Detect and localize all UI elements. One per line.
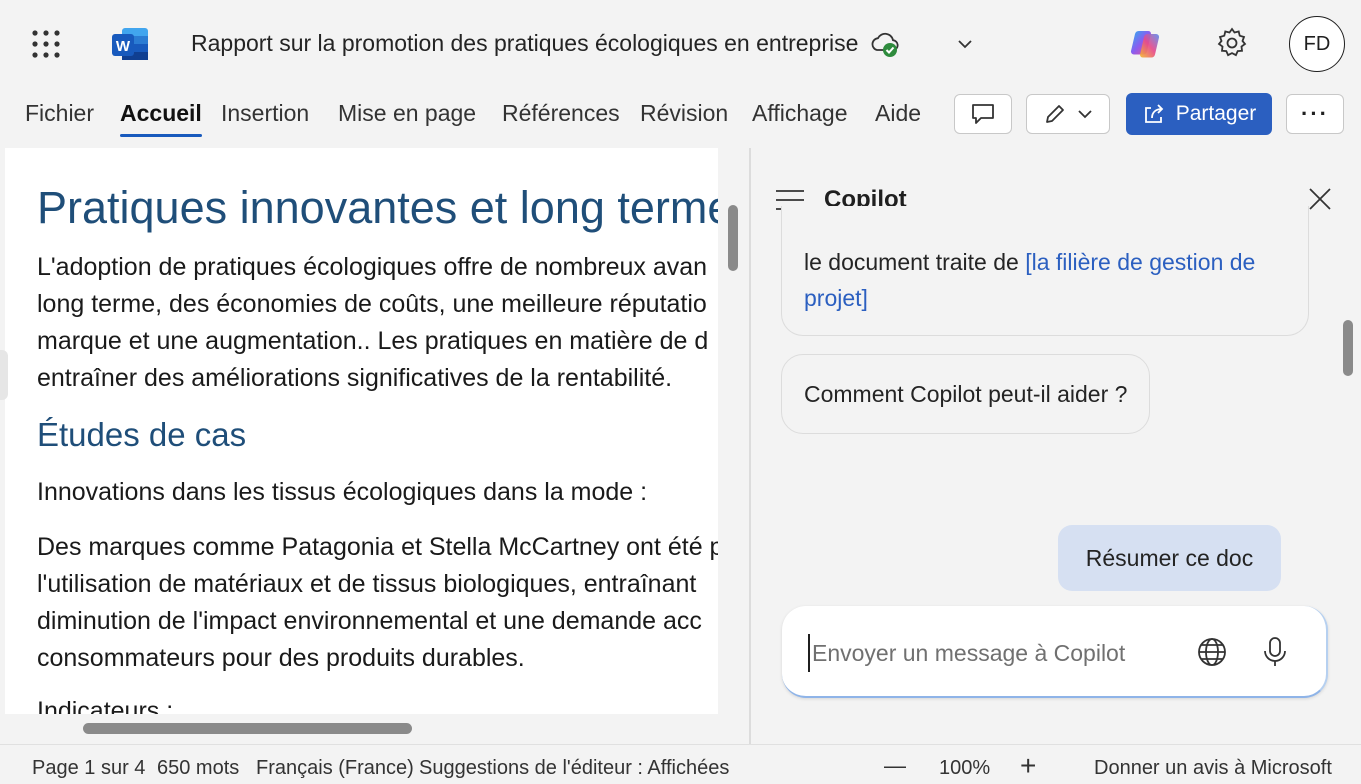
paragraph-line: diminution de l'impact environnemental e… <box>37 607 702 635</box>
chevron-down-icon[interactable] <box>955 34 975 54</box>
zoom-level[interactable]: 100% <box>939 757 990 780</box>
suggestion-chip[interactable]: Comment Copilot peut-il aider ? <box>781 354 1151 434</box>
editing-mode-button[interactable] <box>1026 94 1110 134</box>
tab-accueil[interactable]: Accueil <box>120 100 202 137</box>
microphone-icon[interactable] <box>1260 635 1290 669</box>
share-button[interactable]: Partager <box>1126 93 1272 135</box>
document-vertical-scrollbar[interactable] <box>728 205 738 271</box>
document-horizontal-scrollbar[interactable] <box>83 723 412 734</box>
tab-mise-en-page[interactable]: Mise en page <box>338 100 476 127</box>
zoom-in-button[interactable]: + <box>1020 750 1036 782</box>
language-indicator[interactable]: Français (France) <box>256 757 414 780</box>
zoom-out-button[interactable]: — <box>884 753 906 779</box>
copilot-message-input[interactable] <box>808 634 1168 672</box>
document-page[interactable]: Pratiques innovantes et long terme... L'… <box>5 148 718 714</box>
copilot-scrollbar[interactable] <box>1343 320 1353 376</box>
tab-fichier[interactable]: Fichier <box>25 100 94 127</box>
editor-suggestions-status[interactable]: Suggestions de l'éditeur : Affichées <box>419 757 729 780</box>
heading-1: Pratiques innovantes et long terme... <box>37 182 718 233</box>
word-logo-icon: W <box>111 26 149 62</box>
copilot-input-box <box>782 606 1328 698</box>
copilot-icon[interactable] <box>1129 27 1163 61</box>
paragraph-line: l'utilisation de matériaux et de tissus … <box>37 570 697 598</box>
paragraph-line: marque et une augmentation.. Les pratiqu… <box>37 327 709 355</box>
globe-icon[interactable] <box>1195 635 1229 669</box>
partial-heading: Indicateurs : <box>37 697 174 714</box>
comment-icon <box>972 104 994 124</box>
share-label: Partager <box>1175 102 1257 125</box>
user-message-bubble: Résumer ce doc <box>1058 525 1281 591</box>
tab-aide[interactable]: Aide <box>875 100 921 127</box>
ribbon: Fichier Accueil Insertion Mise en page R… <box>0 88 1361 144</box>
paragraph-line: consommateurs pour des produits durables… <box>37 644 525 672</box>
gear-icon[interactable] <box>1215 26 1249 60</box>
more-options-button[interactable]: ··· <box>1286 94 1344 134</box>
share-icon <box>1144 104 1163 123</box>
svg-text:W: W <box>116 38 131 55</box>
document-title[interactable]: Rapport sur la promotion des pratiques é… <box>191 30 858 57</box>
comments-button[interactable] <box>954 94 1012 134</box>
copilot-pane: Copilot le document traite de [la filièr… <box>751 148 1361 744</box>
paragraph-line: Des marques comme Patagonia et Stella Mc… <box>37 533 718 561</box>
heading-2: Études de cas <box>37 416 247 453</box>
chevron-down-icon <box>1078 110 1092 119</box>
paragraph-line: entraîner des améliorations significativ… <box>37 364 673 392</box>
copilot-response-bubble: le document traite de [la filière de ges… <box>781 206 1309 336</box>
tab-insertion[interactable]: Insertion <box>221 100 309 127</box>
response-text: le document traite de <box>804 249 1026 275</box>
cloud-saved-icon[interactable] <box>869 30 901 60</box>
title-bar: W Rapport sur la promotion des pratiques… <box>0 0 1361 88</box>
document-canvas[interactable]: Pratiques innovantes et long terme... L'… <box>0 148 750 744</box>
word-count[interactable]: 650 mots <box>157 757 239 780</box>
pencil-icon <box>1046 105 1064 123</box>
paragraph-line: L'adoption de pratiques écologiques offr… <box>37 253 708 281</box>
tab-revision[interactable]: Révision <box>640 100 728 127</box>
subheading: Innovations dans les tissus écologiques … <box>37 478 648 506</box>
close-icon[interactable] <box>1307 186 1333 212</box>
app-launcher-icon[interactable] <box>30 28 62 60</box>
navigation-handle[interactable] <box>0 350 8 400</box>
tab-affichage[interactable]: Affichage <box>752 100 847 127</box>
user-avatar[interactable]: FD <box>1289 16 1345 72</box>
tab-references[interactable]: Références <box>502 100 620 127</box>
page-count[interactable]: Page 1 sur 4 <box>32 757 145 780</box>
feedback-link[interactable]: Donner un avis à Microsoft <box>1094 757 1332 780</box>
status-bar: Page 1 sur 4 650 mots Français (France) … <box>0 744 1361 784</box>
copilot-response-text: le document traite de [la filière de ges… <box>804 244 1294 316</box>
paragraph-line: long terme, des économies de coûts, une … <box>37 290 707 318</box>
